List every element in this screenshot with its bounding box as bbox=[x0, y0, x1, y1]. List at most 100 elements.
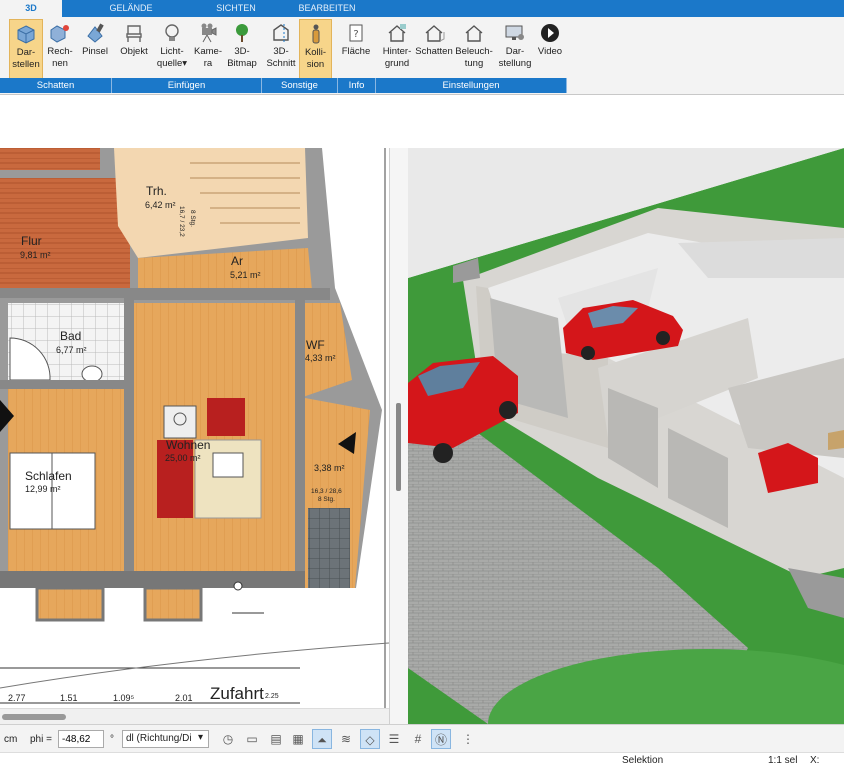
unit-label: cm bbox=[4, 734, 18, 745]
button-label: stellung bbox=[498, 58, 532, 69]
room-wohnen[interactable] bbox=[130, 303, 295, 571]
floor-plan-drawing bbox=[0, 148, 389, 708]
stair-info: 16,7 / 23,2 bbox=[178, 206, 185, 237]
raster-icon[interactable]: # bbox=[408, 729, 428, 749]
group-einfuegen: Einfügen bbox=[112, 78, 262, 93]
render-icon bbox=[50, 25, 69, 43]
street-label: Zufahrt bbox=[210, 684, 264, 703]
kamera-button[interactable]: Kame-ra bbox=[191, 19, 225, 79]
scrollbar-thumb[interactable] bbox=[2, 714, 66, 720]
grid-icon[interactable]: ☰ bbox=[384, 729, 404, 749]
person-icon bbox=[312, 24, 319, 44]
more-icon[interactable]: ⋮ bbox=[458, 729, 478, 749]
button-label: Video bbox=[537, 46, 563, 57]
house-background-icon bbox=[388, 24, 406, 42]
view-splitter[interactable] bbox=[389, 148, 408, 724]
objekt-button[interactable]: Objekt bbox=[117, 19, 151, 79]
group-schatten: Schatten bbox=[0, 78, 112, 93]
cut-icon bbox=[273, 24, 289, 42]
room-name: Flur bbox=[21, 234, 42, 248]
house-light-icon bbox=[465, 25, 483, 42]
stair-info: 8 Stg. bbox=[189, 210, 196, 227]
svg-text:?: ? bbox=[353, 29, 358, 40]
button-label: ra bbox=[203, 58, 213, 69]
ribbon-toolbar: Dar-stellen Rech-nen Pinsel Objekt Licht… bbox=[0, 17, 844, 95]
beleuchtung-button[interactable]: Beleuch-tung bbox=[454, 19, 494, 79]
room-area: 4,33 m² bbox=[305, 353, 336, 363]
3d-schnitt-button[interactable]: 3D- Schnitt bbox=[264, 19, 298, 79]
button-label: 3D- bbox=[234, 46, 250, 57]
phi-label: phi = bbox=[30, 734, 52, 745]
room-name: WF bbox=[306, 338, 325, 352]
hintergrund-button[interactable]: Hinter-grund bbox=[378, 19, 416, 79]
button-label: Hinter- bbox=[382, 46, 412, 57]
tab-gelaende[interactable]: GELÄNDE bbox=[92, 0, 170, 17]
button-label: Objekt bbox=[120, 46, 148, 57]
splitter-grip[interactable] bbox=[396, 403, 401, 491]
monitor-settings-icon bbox=[505, 25, 524, 40]
chevron-down-icon[interactable]: ▾ bbox=[198, 732, 203, 743]
north-icon[interactable]: Ⓝ bbox=[431, 729, 451, 749]
schatten-button[interactable]: Schatten bbox=[414, 19, 454, 79]
stack-icon[interactable]: ▦ bbox=[288, 729, 308, 749]
rechnen-button[interactable]: Rech-nen bbox=[44, 19, 76, 79]
stair-info: 8 Stg. bbox=[318, 496, 335, 503]
group-sonstige: Sonstige bbox=[262, 78, 338, 93]
x-coordinate-label: X: bbox=[810, 755, 820, 766]
room-flur[interactable] bbox=[0, 178, 130, 288]
darstellung-button[interactable]: Dar-stellung bbox=[496, 19, 534, 79]
button-label: Pinsel bbox=[82, 46, 108, 57]
status-bar: Selektion 1:1 sel X: bbox=[0, 752, 844, 767]
ribbon-tab-bar: 3D GELÄNDE SICHTEN BEARBEITEN bbox=[0, 0, 844, 17]
button-label: sion bbox=[306, 59, 325, 70]
direction-select[interactable]: dl (Richtung/Di bbox=[122, 730, 209, 748]
button-label: Dar- bbox=[505, 46, 525, 57]
dropdown-arrow-icon[interactable]: ▾ bbox=[182, 58, 187, 69]
room-name: Bad bbox=[60, 329, 82, 343]
3d-bitmap-button[interactable]: 3D- Bitmap bbox=[224, 19, 260, 79]
layers-icon[interactable]: ▤ bbox=[266, 729, 286, 749]
floor-plan-view[interactable]: Trh. 6,42 m² 16,7 / 23,2 8 Stg. Flur 9,8… bbox=[0, 148, 389, 708]
room-area: 6,42 m² bbox=[145, 200, 176, 210]
room-area: 3,38 m² bbox=[314, 463, 345, 473]
mode-status: Selektion bbox=[622, 755, 664, 766]
button-label: Kame- bbox=[194, 46, 222, 57]
bulb-icon bbox=[165, 24, 179, 41]
room-area: 9,81 m² bbox=[20, 250, 51, 260]
group-info: Info bbox=[338, 78, 376, 93]
3d-view[interactable] bbox=[408, 148, 844, 724]
room-name: Ar bbox=[231, 254, 243, 268]
phi-input[interactable] bbox=[58, 730, 104, 748]
hatch-icon[interactable]: ≋ bbox=[336, 729, 356, 749]
dimension-label: 1.09⁵ bbox=[113, 693, 135, 703]
plan-horizontal-scrollbar[interactable] bbox=[0, 708, 389, 724]
button-label: Rech- bbox=[47, 46, 73, 57]
button-label: quelle bbox=[156, 58, 183, 69]
plane-icon[interactable]: ◇ bbox=[360, 729, 380, 749]
tab-sichten[interactable]: SICHTEN bbox=[205, 0, 267, 17]
monitor-icon[interactable]: ▭ bbox=[242, 729, 262, 749]
tab-bearbeiten[interactable]: BEARBEITEN bbox=[290, 0, 364, 17]
video-button[interactable]: Video bbox=[534, 19, 566, 79]
terrain-icon[interactable]: ⏶ bbox=[312, 729, 332, 749]
tab-3d[interactable]: 3D bbox=[0, 0, 62, 17]
camera-icon bbox=[201, 23, 217, 43]
flaeche-button[interactable]: ? Fläche bbox=[338, 19, 374, 79]
clock-icon[interactable]: ◷ bbox=[218, 729, 238, 749]
room-name: Wohnen bbox=[166, 438, 211, 452]
cube-icon bbox=[17, 25, 35, 44]
pinsel-button[interactable]: Pinsel bbox=[78, 19, 112, 79]
group-einstellungen: Einstellungen bbox=[376, 78, 567, 93]
kollision-button[interactable]: Kolli-sion bbox=[299, 19, 332, 79]
lichtquelle-button[interactable]: Licht-quelle▾ bbox=[153, 19, 191, 79]
dimension-label: 2.25 bbox=[265, 693, 279, 700]
direction-value: dl (Richtung/Di bbox=[126, 733, 192, 744]
button-label: Licht- bbox=[160, 46, 184, 57]
dimension-label: 2.01 bbox=[175, 693, 193, 703]
stair-info: 16,3 / 28,6 bbox=[311, 488, 342, 495]
darstellen-button[interactable]: Dar-stellen bbox=[9, 19, 43, 79]
dimension-label: 2.77 bbox=[8, 693, 26, 703]
button-label: Schnitt bbox=[266, 58, 296, 69]
room-area: 12,99 m² bbox=[25, 484, 61, 494]
area-info-icon: ? bbox=[349, 24, 363, 42]
